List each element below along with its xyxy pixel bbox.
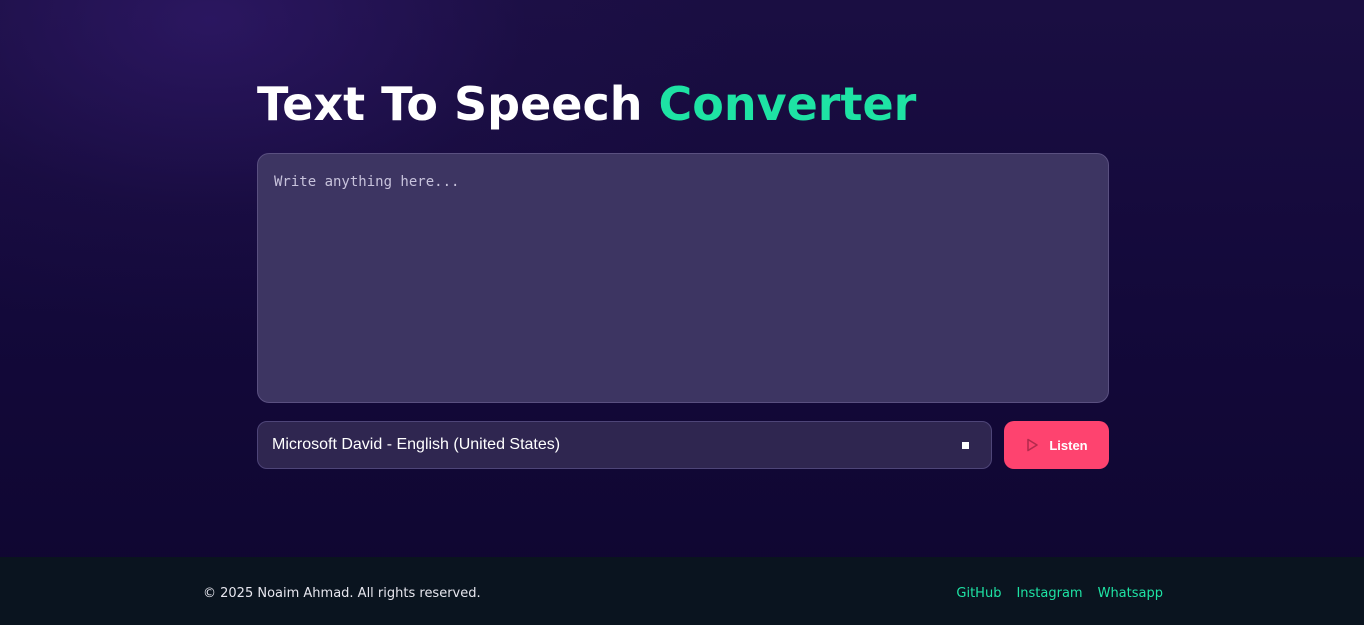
github-link[interactable]: GitHub [956, 586, 1001, 601]
voice-select[interactable]: Microsoft David - English (United States… [257, 421, 992, 469]
main-container: Text To Speech Converter Microsoft David… [257, 0, 1109, 557]
listen-button[interactable]: Listen [1004, 421, 1109, 469]
text-input-container [257, 153, 1109, 403]
listen-button-label: Listen [1049, 437, 1088, 453]
title-main: Text To Speech [257, 77, 643, 131]
whatsapp-link[interactable]: Whatsapp [1098, 586, 1163, 601]
social-links: GitHub Instagram Whatsapp [956, 586, 1163, 601]
text-input[interactable] [258, 154, 1108, 402]
dropdown-icon [962, 442, 969, 449]
play-icon [1025, 438, 1039, 452]
footer: © 2025 Noaim Ahmad. All rights reserved.… [0, 557, 1364, 625]
page-title: Text To Speech Converter [257, 74, 916, 134]
voice-select-value: Microsoft David - English (United States… [272, 436, 561, 453]
instagram-link[interactable]: Instagram [1016, 586, 1082, 601]
copyright-text: © 2025 Noaim Ahmad. All rights reserved. [203, 586, 481, 601]
controls-row: Microsoft David - English (United States… [257, 421, 1109, 469]
title-accent: Converter [658, 77, 917, 131]
